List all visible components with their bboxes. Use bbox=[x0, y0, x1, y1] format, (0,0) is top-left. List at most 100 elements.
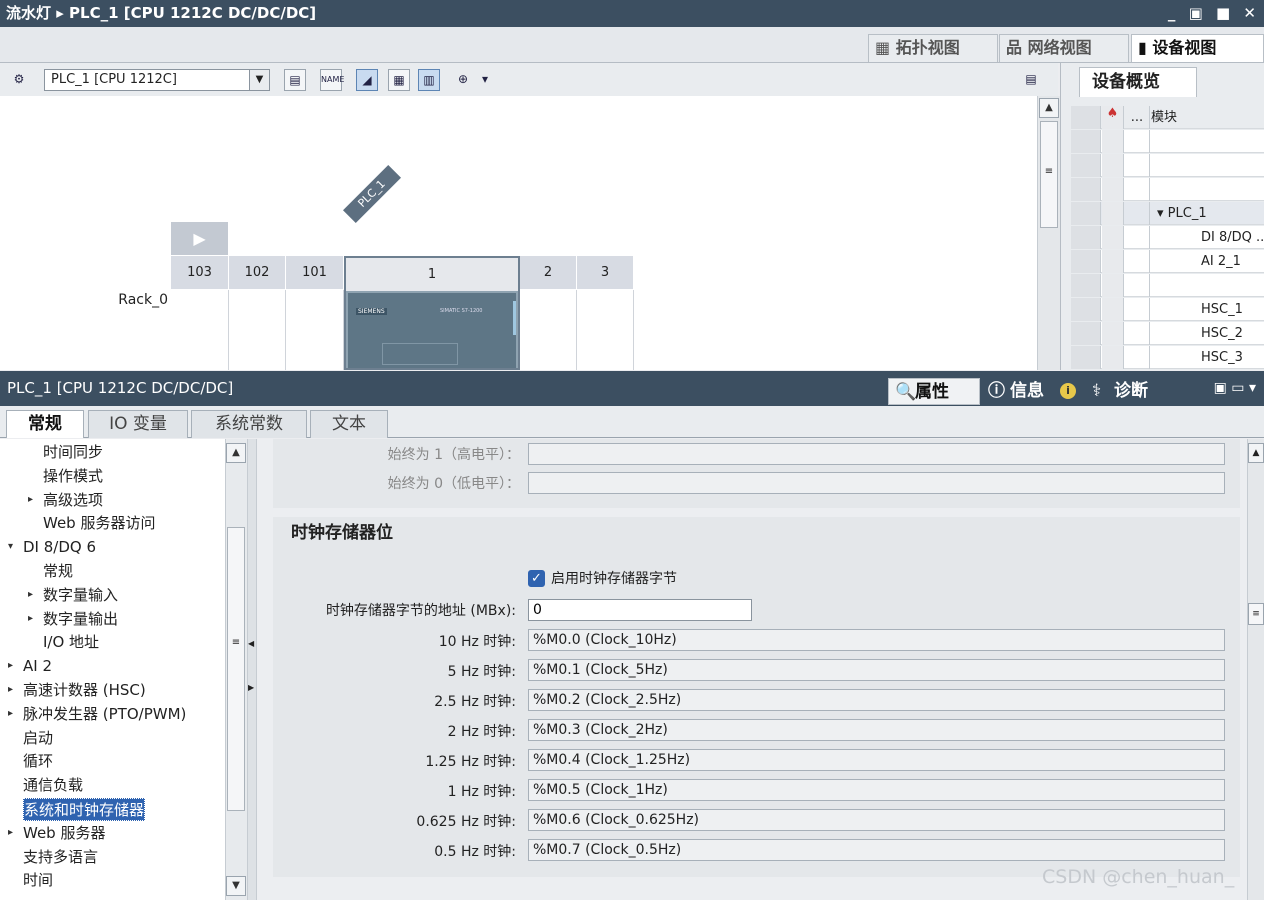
slot-3[interactable]: 3 bbox=[577, 256, 634, 289]
name-toggle-icon[interactable]: NAME bbox=[320, 69, 344, 91]
nav-item[interactable]: 高级选项 bbox=[43, 489, 103, 512]
expand-icon[interactable]: ▸ bbox=[28, 589, 33, 600]
show-module-icon[interactable]: ▤ bbox=[284, 69, 306, 91]
nav-item[interactable]: 脉冲发生器 (PTO/PWM) bbox=[23, 703, 186, 726]
panel-splitter[interactable]: ◀ ▶ bbox=[247, 439, 257, 900]
panel-window-controls[interactable]: ▣ ▭ ▾ bbox=[1214, 380, 1256, 396]
nav-item[interactable]: 数字量输出 bbox=[43, 608, 118, 631]
tab-texts[interactable]: 文本 bbox=[310, 410, 388, 438]
tab-topology-view[interactable]: ▦ 拓扑视图 bbox=[868, 34, 998, 62]
table-row[interactable] bbox=[1071, 154, 1264, 177]
expand-icon[interactable]: ▸ bbox=[8, 708, 13, 719]
scroll-up-icon[interactable]: ▲ bbox=[226, 443, 246, 463]
table-row[interactable]: HSC_1 bbox=[1071, 298, 1264, 321]
table-row[interactable]: HSC_3 bbox=[1071, 346, 1264, 369]
table-row[interactable] bbox=[1071, 274, 1264, 297]
nav-item[interactable]: Web 服务器访问 bbox=[43, 512, 155, 535]
enable-clock-checkbox[interactable]: ✓ bbox=[528, 570, 545, 587]
nav-item[interactable]: Web 服务器 bbox=[23, 822, 105, 845]
nav-item[interactable]: 高速计数器 (HSC) bbox=[23, 679, 146, 702]
canvas-scrollbar[interactable]: ▲ ≡ bbox=[1037, 96, 1060, 370]
expand-icon[interactable]: ▸ bbox=[28, 494, 33, 505]
slot-body[interactable] bbox=[286, 290, 344, 370]
scroll-thumb[interactable]: ≡ bbox=[1248, 603, 1264, 625]
grid-icon[interactable]: ▦ bbox=[388, 69, 410, 91]
expand-icon[interactable]: ▸ bbox=[28, 613, 33, 624]
expand-right-icon[interactable]: ▶ bbox=[248, 683, 254, 692]
draw-mode-icon[interactable]: ◢ bbox=[356, 69, 378, 91]
slot-101[interactable]: 101 bbox=[286, 256, 344, 289]
scroll-up-icon[interactable]: ▲ bbox=[1039, 98, 1059, 118]
clock-tag-field[interactable]: %M0.1 (Clock_5Hz) bbox=[528, 659, 1225, 681]
nav-item[interactable]: AI 2 bbox=[23, 655, 52, 678]
tab-device-overview[interactable]: 设备概览 bbox=[1079, 67, 1197, 97]
clock-tag-field[interactable]: %M0.3 (Clock_2Hz) bbox=[528, 719, 1225, 741]
nav-item[interactable]: 时间同步 bbox=[43, 441, 103, 464]
expand-icon[interactable]: ▸ bbox=[8, 684, 13, 695]
device-tree-icon[interactable]: ⚙ bbox=[8, 69, 30, 91]
clock-tag-field[interactable]: %M0.5 (Clock_1Hz) bbox=[528, 779, 1225, 801]
slot-103[interactable]: 103 bbox=[171, 256, 229, 289]
expand-icon[interactable]: ▸ bbox=[8, 827, 13, 838]
expand-icon[interactable]: ▸ bbox=[8, 660, 13, 671]
content-scrollbar[interactable]: ▲ ≡ bbox=[1247, 439, 1264, 900]
nav-item[interactable]: 启动 bbox=[23, 727, 53, 750]
clock-tag-field[interactable]: %M0.4 (Clock_1.25Hz) bbox=[528, 749, 1225, 771]
expand-rack-icon[interactable]: ▶ bbox=[171, 222, 228, 255]
tab-properties[interactable]: 🔍 属性 bbox=[888, 378, 980, 405]
slot-102[interactable]: 102 bbox=[229, 256, 286, 289]
table-row[interactable]: HSC_2 bbox=[1071, 322, 1264, 345]
chevron-down-icon[interactable]: ▼ bbox=[249, 70, 269, 90]
nav-item[interactable]: 支持多语言 bbox=[23, 846, 98, 869]
slot-body[interactable] bbox=[577, 290, 634, 370]
slot-body[interactable] bbox=[171, 290, 229, 370]
table-row[interactable]: DI 8/DQ ... bbox=[1071, 226, 1264, 249]
layout-icon[interactable]: ▥ bbox=[418, 69, 440, 91]
device-select[interactable]: PLC_1 [CPU 1212C] ▼ bbox=[44, 69, 270, 91]
nav-item[interactable]: 通信负载 bbox=[23, 774, 83, 797]
clock-tag-field[interactable]: %M0.7 (Clock_0.5Hz) bbox=[528, 839, 1225, 861]
always-0-field[interactable] bbox=[528, 472, 1225, 494]
panel-toggle-icon[interactable]: ▤ bbox=[1020, 69, 1042, 91]
address-input[interactable] bbox=[528, 599, 752, 621]
zoom-menu-icon[interactable]: ▾ bbox=[474, 69, 496, 91]
tab-info[interactable]: ⓘ 信息 i bbox=[984, 378, 1084, 405]
tab-general[interactable]: 常规 bbox=[6, 410, 84, 438]
slot-body[interactable] bbox=[520, 290, 577, 370]
scroll-thumb[interactable]: ≡ bbox=[227, 527, 245, 811]
tab-system-constants[interactable]: 系统常数 bbox=[191, 410, 307, 438]
clock-tag-field[interactable]: %M0.0 (Clock_10Hz) bbox=[528, 629, 1225, 651]
collapse-left-icon[interactable]: ◀ bbox=[248, 639, 254, 648]
clock-tag-field[interactable]: %M0.6 (Clock_0.625Hz) bbox=[528, 809, 1225, 831]
table-row[interactable]: AI 2_1 bbox=[1071, 250, 1264, 273]
nav-item[interactable]: 循环 bbox=[23, 750, 53, 773]
column-module[interactable]: 模块 bbox=[1151, 106, 1177, 129]
scroll-thumb[interactable]: ≡ bbox=[1040, 121, 1058, 228]
tab-diagnostics[interactable]: ⚕ 诊断 bbox=[1088, 378, 1178, 405]
clock-tag-field[interactable]: %M0.2 (Clock_2.5Hz) bbox=[528, 689, 1225, 711]
table-row[interactable] bbox=[1071, 178, 1264, 201]
expand-icon[interactable]: ▾ bbox=[1157, 206, 1168, 221]
nav-item[interactable]: I/O 地址 bbox=[43, 631, 99, 654]
nav-item[interactable]: 数字量输入 bbox=[43, 584, 118, 607]
tab-network-view[interactable]: 品 网络视图 bbox=[999, 34, 1129, 62]
nav-item[interactable]: 常规 bbox=[43, 560, 73, 583]
scroll-down-icon[interactable]: ▼ bbox=[226, 876, 246, 896]
table-row[interactable] bbox=[1071, 130, 1264, 153]
slot-body[interactable] bbox=[229, 290, 286, 370]
collapse-icon[interactable]: ▾ bbox=[8, 541, 13, 552]
window-controls[interactable]: _ ▣ ■ ✕ bbox=[1168, 0, 1260, 27]
zoom-icon[interactable]: ⊕ bbox=[452, 69, 474, 91]
nav-scrollbar[interactable]: ▲ ≡ ▼ bbox=[225, 439, 247, 900]
cpu-module[interactable]: 1 SIEMENS SIMATIC S7-1200 bbox=[344, 256, 520, 370]
nav-item[interactable]: 操作模式 bbox=[43, 465, 103, 488]
nav-item[interactable]: 时间 bbox=[23, 869, 53, 892]
always-1-field[interactable] bbox=[528, 443, 1225, 465]
tab-device-view[interactable]: ▮ 设备视图 bbox=[1131, 34, 1264, 62]
nav-item[interactable]: DI 8/DQ 6 bbox=[23, 536, 96, 559]
table-row[interactable]: ▾ PLC_1 bbox=[1071, 202, 1264, 225]
tab-io-tags[interactable]: IO 变量 bbox=[88, 410, 188, 438]
scroll-up-icon[interactable]: ▲ bbox=[1248, 443, 1264, 463]
nav-item[interactable]: 系统和时钟存储器 bbox=[23, 798, 146, 821]
slot-2[interactable]: 2 bbox=[520, 256, 577, 289]
